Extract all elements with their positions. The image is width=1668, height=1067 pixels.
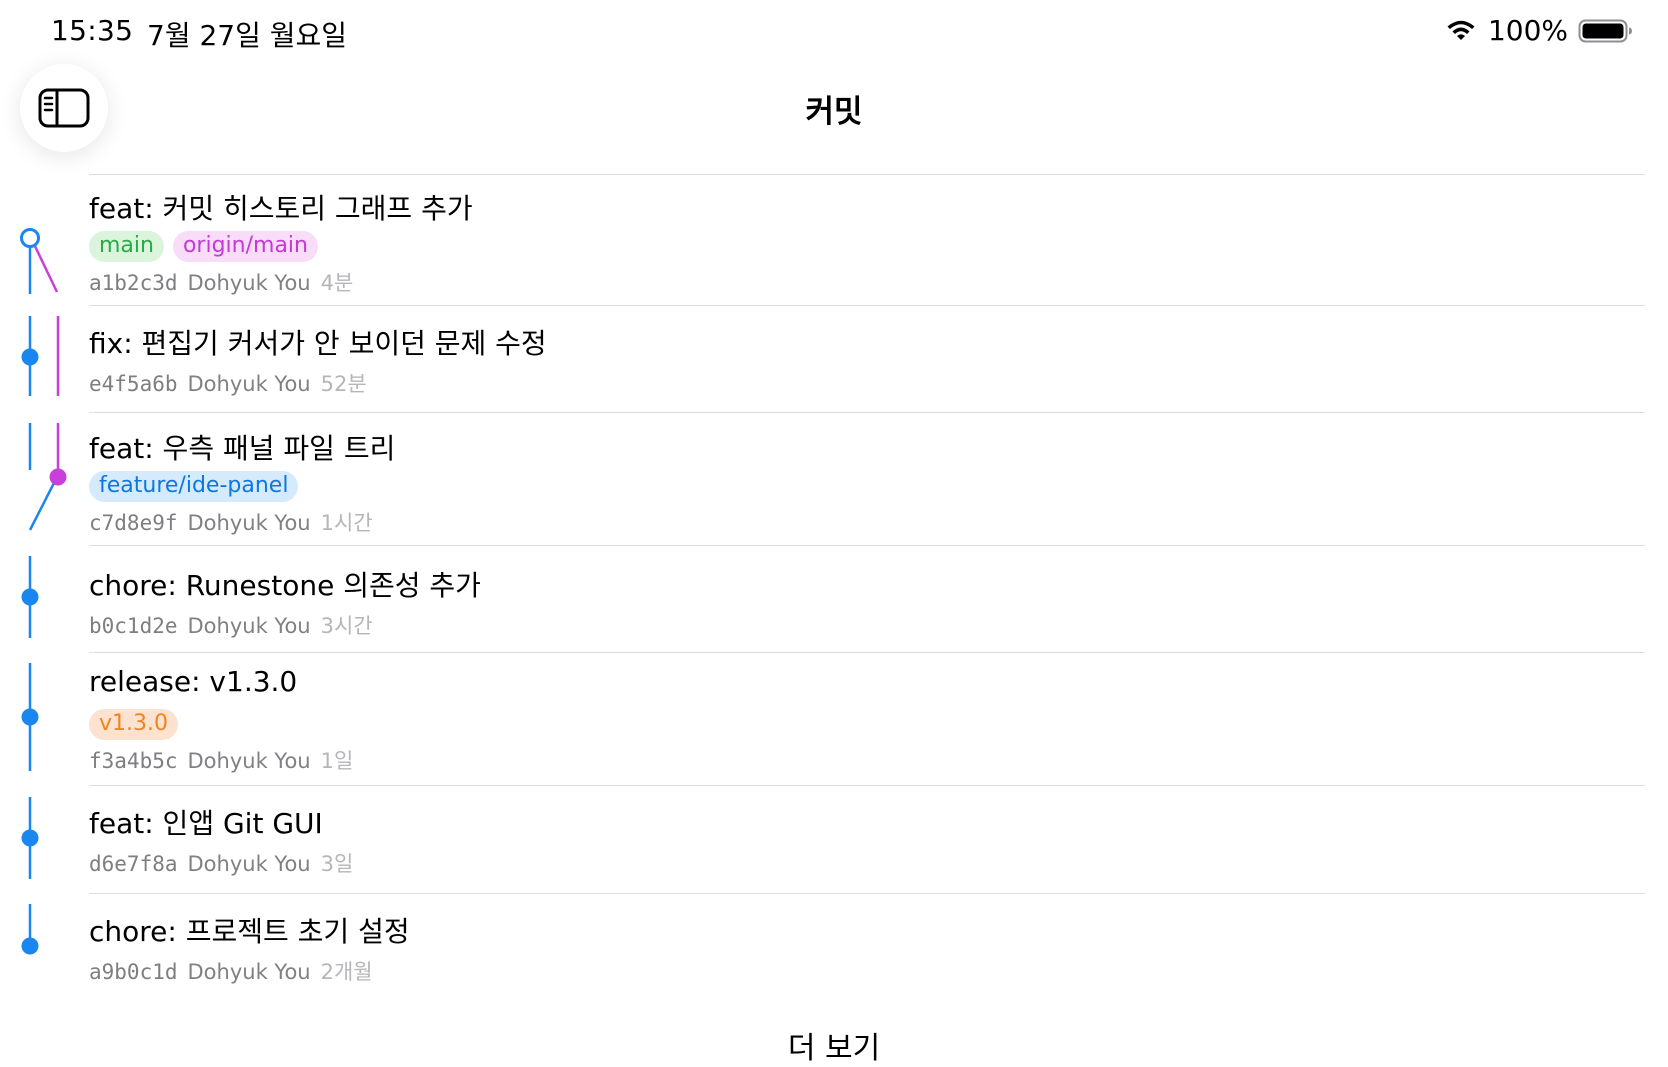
- commit-message: fix: 편집기 커서가 안 보이던 문제 수정: [89, 327, 547, 360]
- commit-time: 4분: [320, 271, 354, 295]
- commit-row[interactable]: chore: 프로젝트 초기 설정 a9b0c1d Dohyuk You 2개월: [89, 893, 1645, 1001]
- version-tag: v1.3.0: [89, 709, 178, 740]
- commit-meta: a9b0c1d Dohyuk You 2개월: [89, 956, 373, 986]
- commit-row[interactable]: feat: 커밋 히스토리 그래프 추가 main origin/main a1…: [89, 174, 1645, 305]
- status-indicators: 100%: [1444, 14, 1634, 47]
- commit-tags: v1.3.0: [89, 709, 178, 740]
- commit-row[interactable]: chore: Runestone 의존성 추가 b0c1d2e Dohyuk Yo…: [89, 545, 1645, 652]
- commit-author: Dohyuk You: [187, 960, 311, 984]
- commit-meta: f3a4b5c Dohyuk You 1일: [89, 745, 353, 775]
- remote-branch-tag: origin/main: [172, 231, 318, 262]
- commit-hash: c7d8e9f: [89, 511, 178, 535]
- commit-message: feat: 커밋 히스토리 그래프 추가: [89, 192, 473, 225]
- commit-author: Dohyuk You: [187, 852, 311, 876]
- commit-row[interactable]: feat: 우측 패널 파일 트리 feature/ide-panel c7d8…: [89, 412, 1645, 545]
- commit-message: release: v1.3.0: [89, 665, 298, 698]
- wifi-icon: [1447, 20, 1475, 40]
- battery-icon: [1578, 19, 1632, 42]
- commit-meta: c7d8e9f Dohyuk You 1시간: [89, 507, 373, 537]
- commit-row[interactable]: feat: 인앱 Git GUI d6e7f8a Dohyuk You 3일: [89, 785, 1645, 893]
- commit-meta: e4f5a6b Dohyuk You 52분: [89, 368, 367, 398]
- load-more-button[interactable]: 더 보기: [0, 1023, 1668, 1067]
- commit-meta: d6e7f8a Dohyuk You 3일: [89, 848, 353, 878]
- commit-author: Dohyuk You: [187, 271, 311, 295]
- commit-author: Dohyuk You: [187, 749, 311, 773]
- commit-time: 1일: [320, 749, 354, 773]
- commit-hash: d6e7f8a: [89, 852, 178, 876]
- commit-message: chore: 프로젝트 초기 설정: [89, 915, 410, 948]
- commit-hash: e4f5a6b: [89, 372, 178, 396]
- commit-time: 52분: [320, 372, 367, 396]
- commit-list: feat: 커밋 히스토리 그래프 추가 main origin/main a1…: [0, 174, 1668, 1001]
- branch-tag: feature/ide-panel: [89, 471, 299, 502]
- commit-author: Dohyuk You: [187, 372, 311, 396]
- commit-time: 1시간: [320, 511, 373, 535]
- commit-tags: feature/ide-panel: [89, 471, 299, 502]
- commit-hash: a9b0c1d: [89, 960, 178, 984]
- commit-message: feat: 인앱 Git GUI: [89, 807, 323, 840]
- commit-message: feat: 우측 패널 파일 트리: [89, 432, 396, 465]
- battery-percent: 100%: [1487, 14, 1568, 47]
- status-time: 15:35: [51, 14, 134, 47]
- status-bar: 15:35 7월 27일 월요일 100%: [0, 0, 1668, 70]
- commit-message: chore: Runestone 의존성 추가: [89, 569, 481, 602]
- commit-author: Dohyuk You: [187, 511, 311, 535]
- commit-meta: a1b2c3d Dohyuk You 4분: [89, 267, 353, 297]
- commit-tags: main origin/main: [89, 231, 318, 262]
- commit-author: Dohyuk You: [187, 614, 311, 638]
- commit-hash: a1b2c3d: [89, 271, 178, 295]
- commit-time: 2개월: [320, 960, 373, 984]
- branch-tag: main: [89, 231, 164, 262]
- commit-row[interactable]: release: v1.3.0 v1.3.0 f3a4b5c Dohyuk You…: [89, 652, 1645, 785]
- commit-hash: b0c1d2e: [89, 614, 178, 638]
- commit-meta: b0c1d2e Dohyuk You 3시간: [89, 610, 373, 640]
- commit-time: 3시간: [320, 614, 373, 638]
- commit-hash: f3a4b5c: [89, 749, 178, 773]
- commit-time: 3일: [320, 852, 354, 876]
- page-title: 커밋: [805, 94, 863, 130]
- commit-row[interactable]: fix: 편집기 커서가 안 보이던 문제 수정 e4f5a6b Dohyuk Y…: [89, 305, 1645, 412]
- status-date: 7월 27일 월요일: [147, 19, 348, 52]
